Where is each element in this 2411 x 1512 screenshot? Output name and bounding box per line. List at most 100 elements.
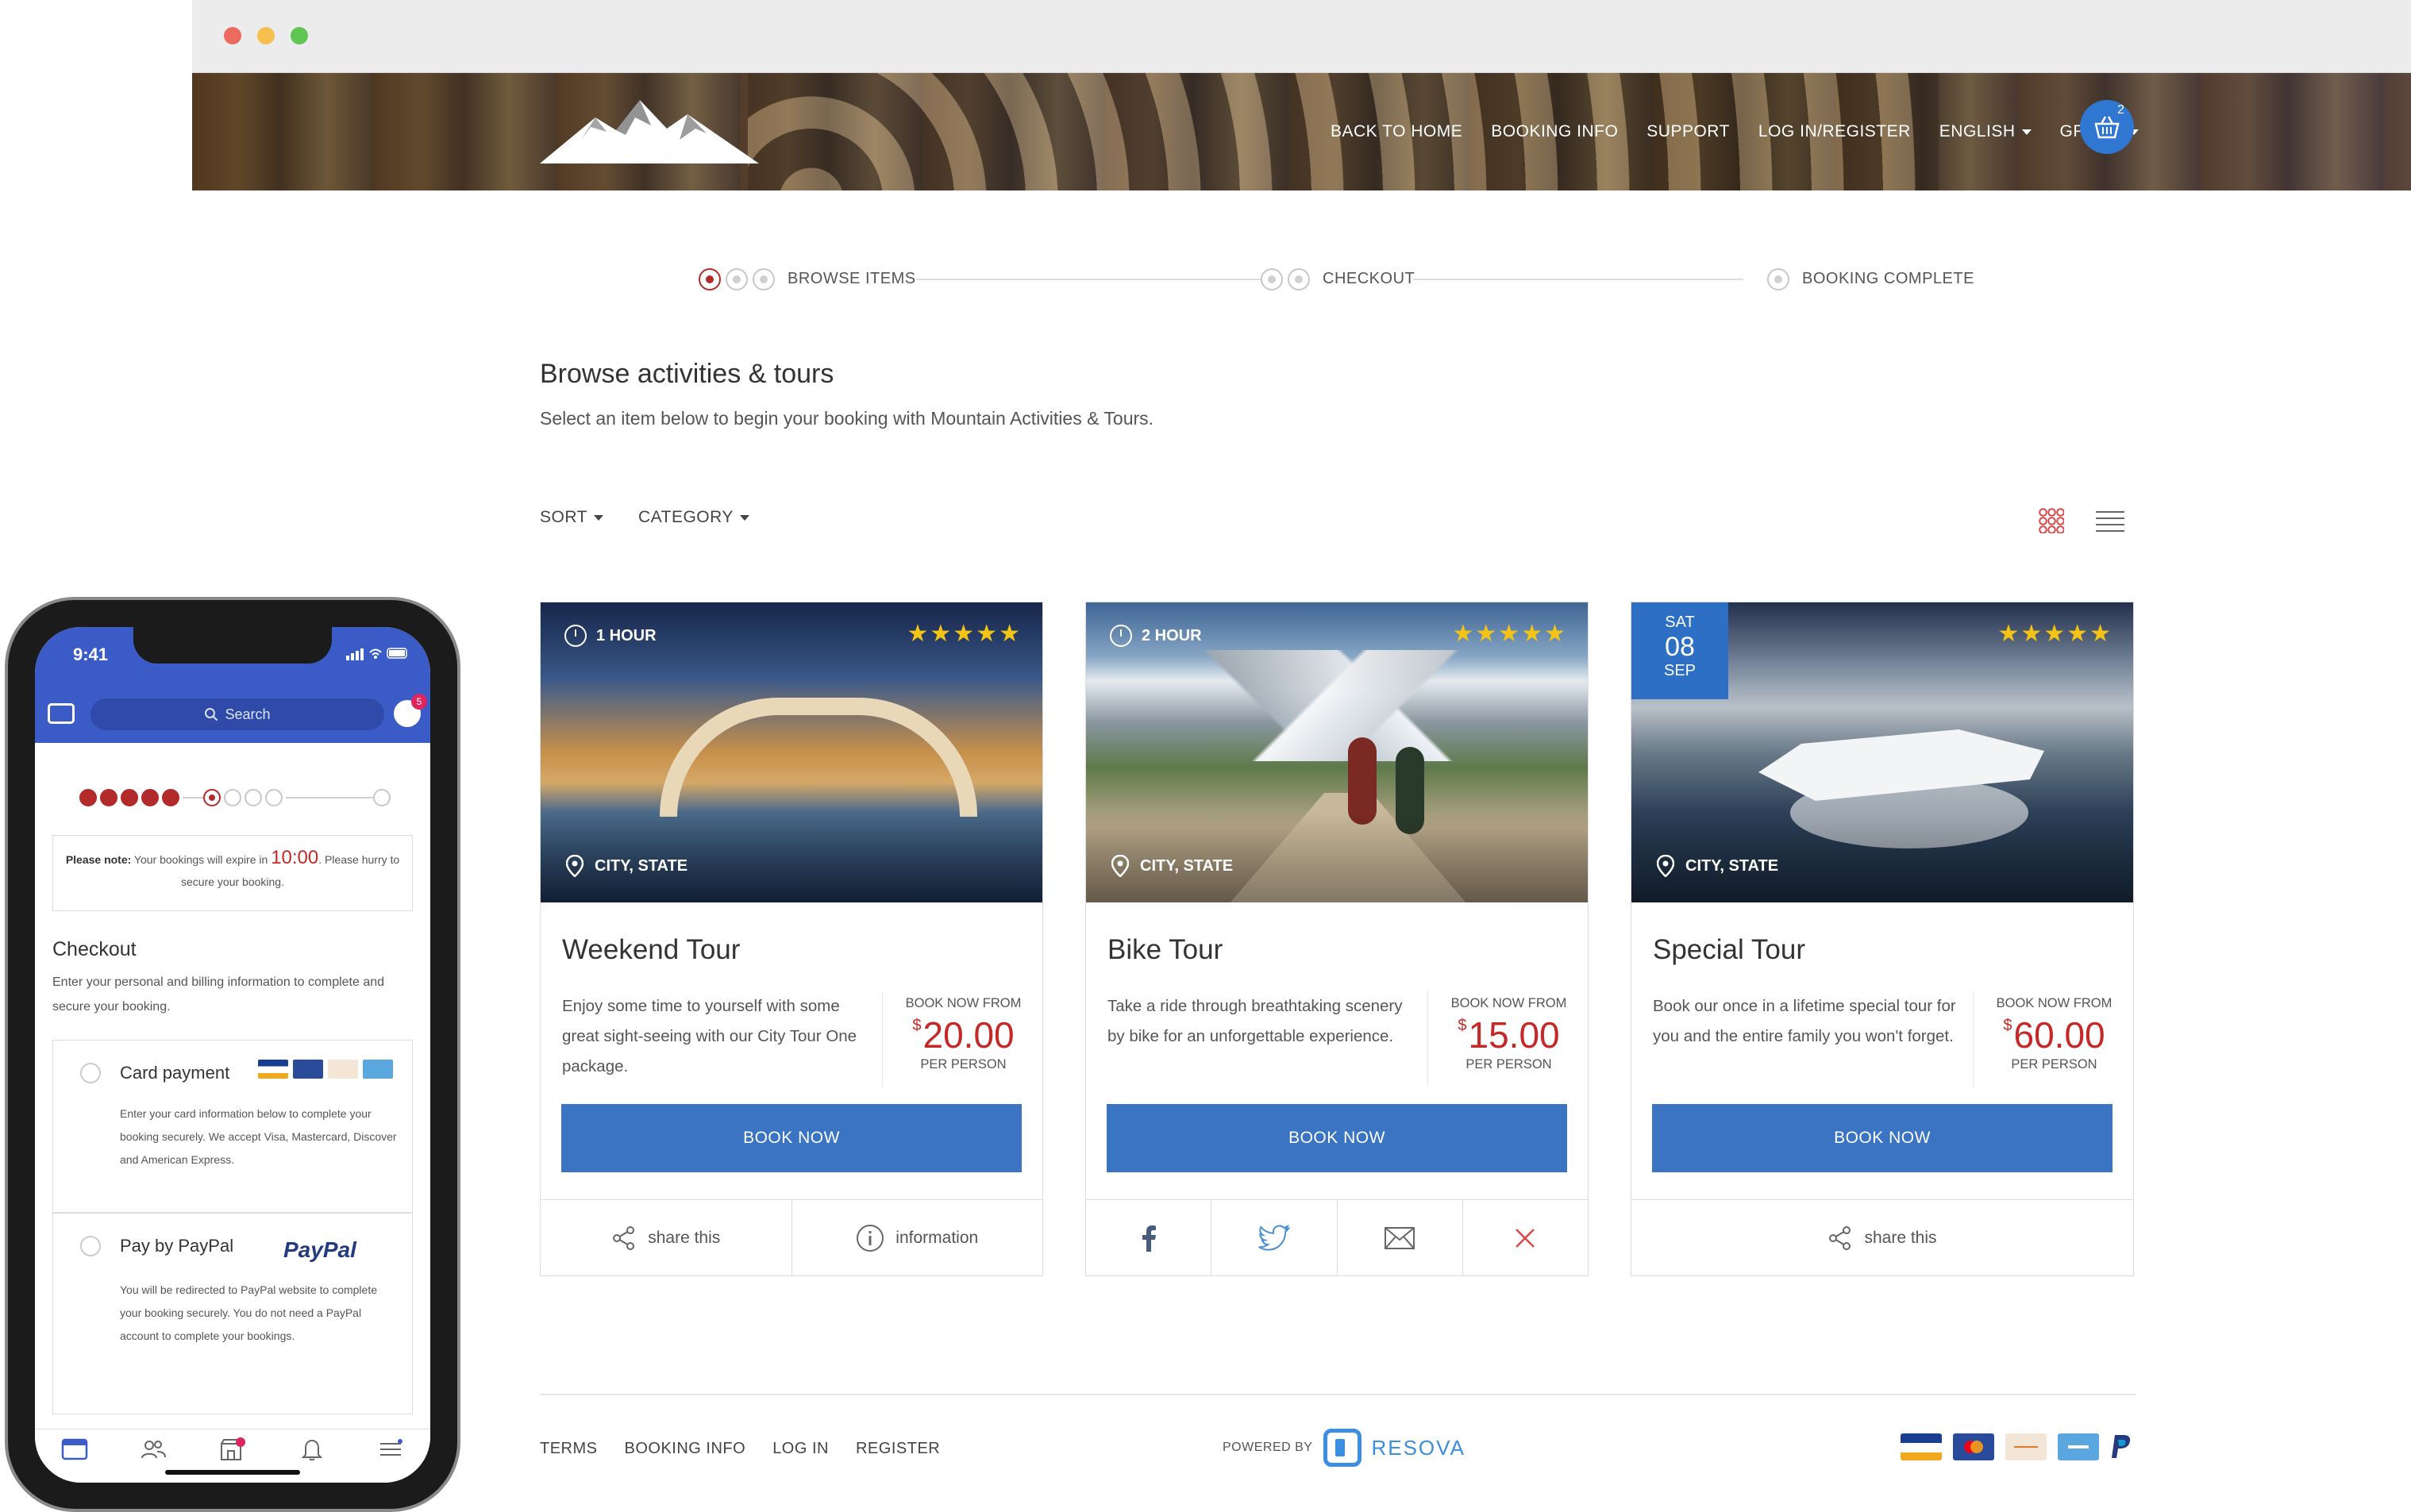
card-payment-radio[interactable] [80, 1063, 101, 1083]
feed-icon [61, 1438, 88, 1460]
date-number: 08 [1665, 632, 1695, 662]
book-now-button[interactable]: BOOK NOW [1107, 1104, 1567, 1172]
per-person-label: PER PERSON [2011, 1057, 2097, 1071]
tab-menu[interactable] [377, 1437, 404, 1461]
tour-image-boat[interactable]: SAT 08 SEP ★★★★★ CITY, STATE [1631, 602, 2133, 902]
category-dropdown[interactable]: CATEGORY [638, 508, 749, 527]
top-nav: BACK TO HOME BOOKING INFO SUPPORT LOG IN… [1331, 73, 2167, 190]
stopwatch-icon [1110, 625, 1132, 647]
menu-icon [380, 1439, 403, 1456]
phone-notch [133, 627, 332, 664]
share-button[interactable]: share this [541, 1200, 792, 1275]
tour-card-weekend: 1 HOUR ★★★★★ CITY, STATE Weekend Tour En… [540, 602, 1043, 1276]
price-box: BOOK NOW FROM $15.00 PER PERSON [1427, 991, 1589, 1087]
mastercard-icon [293, 1060, 323, 1079]
progress-step-current [203, 789, 221, 806]
card-payment-option[interactable]: Card payment Enter your card information… [52, 1040, 413, 1213]
paypal-payment-title: Pay by PayPal [120, 1236, 234, 1256]
visa-icon [258, 1060, 288, 1079]
book-now-button[interactable]: BOOK NOW [561, 1104, 1022, 1172]
maximize-window-button[interactable] [291, 27, 308, 44]
progress-step-pending [373, 789, 391, 806]
book-now-button[interactable]: BOOK NOW [1652, 1104, 2113, 1172]
footer-link-booking-info[interactable]: BOOKING INFO [625, 1440, 746, 1458]
share-button[interactable]: share this [1631, 1200, 2133, 1275]
tab-feed[interactable] [61, 1437, 88, 1461]
camera-icon[interactable] [48, 703, 75, 724]
nav-back-to-home[interactable]: BACK TO HOME [1331, 122, 1462, 141]
grid-view-icon[interactable] [2039, 508, 2064, 533]
page-title: Browse activities & tours [540, 359, 834, 389]
progress-step-done [79, 789, 97, 806]
card-footer [1086, 1199, 1588, 1275]
progress-step-pending [224, 789, 241, 806]
price-value: $20.00 [912, 1014, 1015, 1056]
language-dropdown[interactable]: ENGLISH [1939, 122, 2032, 141]
price-value: $60.00 [2003, 1014, 2105, 1056]
sort-dropdown[interactable]: SORT [540, 508, 603, 527]
checkout-title: Checkout [52, 938, 137, 960]
per-person-label: PER PERSON [1465, 1057, 1552, 1071]
tab-notifications[interactable] [298, 1437, 325, 1461]
friends-icon [141, 1441, 167, 1459]
card-description: Enjoy some time to yourself with some gr… [562, 997, 857, 1075]
mountain-logo[interactable] [540, 94, 759, 164]
tour-image-bike[interactable]: 2 HOUR ★★★★★ CITY, STATE [1086, 602, 1588, 902]
price-from-label: BOOK NOW FROM [1996, 996, 2113, 1010]
share-email-button[interactable] [1338, 1200, 1463, 1275]
progress-step-1-dot [699, 268, 721, 290]
powered-by-resova[interactable]: POWERED BY RESOVA [1223, 1429, 1465, 1467]
footer-link-login[interactable]: LOG IN [772, 1440, 829, 1458]
card-title: Special Tour [1653, 934, 1805, 965]
tab-friends[interactable] [140, 1437, 167, 1461]
footer-link-register[interactable]: REGISTER [856, 1440, 940, 1458]
caret-down-icon [593, 514, 603, 521]
price-from-label: BOOK NOW FROM [905, 996, 1022, 1010]
information-button[interactable]: information [792, 1200, 1043, 1275]
card-footer: share this [1631, 1199, 2133, 1275]
phone-search-input[interactable]: Search [91, 698, 384, 730]
card-footer: share this information [541, 1199, 1042, 1275]
paypal-payment-radio[interactable] [80, 1236, 101, 1256]
page-subtitle: Select an item below to begin your booki… [540, 408, 1154, 429]
card-logos [258, 1060, 398, 1079]
date-day: SAT [1665, 614, 1695, 631]
date-month: SEP [1663, 662, 1697, 679]
map-pin-icon [1657, 855, 1674, 877]
caret-down-icon [739, 514, 749, 521]
card-description: Take a ride through breathtaking scenery… [1107, 997, 1403, 1045]
nav-booking-info[interactable]: BOOKING INFO [1491, 122, 1618, 141]
minimize-window-button[interactable] [257, 27, 275, 44]
map-pin-icon [1111, 855, 1129, 877]
mastercard-icon [1953, 1433, 1994, 1460]
list-view-icon[interactable] [2096, 511, 2124, 532]
progress-step-2-dot [1288, 268, 1310, 290]
tour-image-venice[interactable]: 1 HOUR ★★★★★ CITY, STATE [541, 602, 1042, 902]
email-icon [1385, 1226, 1415, 1249]
bell-icon [301, 1439, 322, 1461]
footer-divider [540, 1394, 2136, 1395]
map-pin-icon [566, 855, 583, 877]
discover-icon [328, 1060, 358, 1079]
footer-link-terms[interactable]: TERMS [540, 1440, 598, 1458]
price-value: $15.00 [1458, 1014, 1560, 1056]
close-share-button[interactable] [1463, 1200, 1588, 1275]
progress-step-pending [245, 789, 262, 806]
close-window-button[interactable] [224, 27, 241, 44]
card-title: Bike Tour [1107, 934, 1223, 965]
cart-button[interactable] [2080, 100, 2134, 154]
phone-screen: 9:41 Search 5 Please note: Your bookings… [35, 627, 430, 1483]
resova-brand: RESOVA [1371, 1435, 1465, 1460]
share-facebook-button[interactable] [1086, 1200, 1212, 1275]
progress-step-done [162, 789, 179, 806]
paypal-payment-option[interactable]: Pay by PayPal PayPal You will be redirec… [52, 1213, 413, 1414]
amex-icon [363, 1060, 393, 1079]
tab-marketplace[interactable] [219, 1437, 246, 1461]
phone-mockup: 9:41 Search 5 Please note: Your bookings… [5, 597, 460, 1512]
rating-stars: ★★★★★ [1452, 621, 1567, 647]
paypal-payment-description: You will be redirected to PayPal website… [120, 1283, 377, 1342]
share-twitter-button[interactable] [1211, 1200, 1338, 1275]
nav-login-register[interactable]: LOG IN/REGISTER [1758, 122, 1911, 141]
progress-step-checkout: CHECKOUT [1323, 270, 1415, 287]
nav-support[interactable]: SUPPORT [1646, 122, 1730, 141]
